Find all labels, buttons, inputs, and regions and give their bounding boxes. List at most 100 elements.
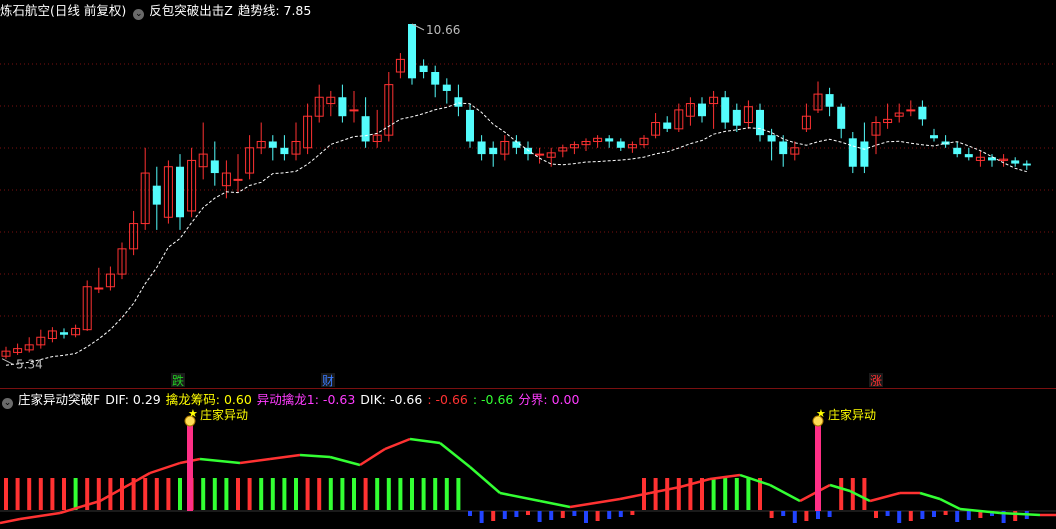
candle-body	[779, 141, 788, 155]
volume-bar	[560, 511, 565, 518]
candle	[36, 329, 46, 349]
candle	[698, 97, 706, 123]
candle	[1022, 160, 1031, 170]
candle	[535, 147, 545, 164]
candle-body	[930, 135, 938, 139]
volume-bar	[734, 478, 739, 510]
volume-bar	[711, 478, 716, 510]
volume-bar	[572, 511, 577, 516]
volume-bar	[270, 478, 275, 510]
volume-bar	[178, 478, 182, 510]
candle	[442, 78, 451, 104]
candle	[674, 103, 684, 132]
candle	[338, 84, 347, 123]
volume-bar	[676, 478, 681, 510]
volume-bar	[874, 511, 878, 518]
candle	[871, 116, 881, 155]
candle-body	[152, 185, 161, 205]
candle	[384, 72, 394, 142]
candle-body	[721, 97, 730, 123]
event-marker: 财	[321, 373, 335, 388]
candle	[419, 59, 428, 79]
candle-body	[349, 109, 359, 112]
candle	[616, 138, 625, 151]
candle	[60, 328, 68, 339]
candle	[129, 210, 139, 256]
candle	[593, 135, 603, 148]
volume-bar	[526, 511, 530, 515]
signal-label: 庄家异动	[200, 407, 248, 422]
volume-bar	[514, 511, 519, 517]
candle	[1011, 157, 1020, 167]
candle	[988, 154, 996, 167]
high-price-label: 10.66	[426, 23, 460, 37]
volume-bar	[746, 478, 751, 510]
volume-bar	[456, 478, 461, 510]
candle-body	[489, 147, 498, 155]
candle	[685, 97, 695, 126]
candle-body	[454, 97, 463, 107]
candle-body	[918, 106, 927, 120]
candle-body	[767, 135, 776, 142]
candle-body	[60, 332, 68, 335]
indicator-curve	[149, 461, 181, 475]
indicator-chart[interactable]: ★ 庄家异动 ★ 庄家异动	[0, 389, 1056, 529]
volume-bar	[827, 511, 832, 517]
candle-body	[1011, 160, 1020, 164]
volume-bar	[143, 478, 148, 510]
candle	[883, 103, 893, 129]
volume-bar	[769, 511, 774, 518]
volume-bar	[398, 478, 403, 510]
candle	[732, 103, 741, 132]
indicator-curve	[409, 437, 441, 445]
candle	[198, 122, 208, 180]
marker-label: 涨	[870, 373, 882, 388]
volume-bar	[816, 511, 820, 519]
volume-bar	[421, 478, 426, 510]
indicator-curve	[499, 491, 541, 503]
candle	[82, 280, 92, 331]
candle	[117, 242, 127, 280]
candle	[245, 135, 255, 180]
volume-bar	[781, 511, 786, 516]
candle-body	[524, 147, 532, 155]
indicator-curve	[329, 455, 361, 467]
marker-label: 财	[322, 374, 334, 388]
volume-bar	[96, 478, 101, 510]
volume-bar	[4, 478, 8, 510]
candle	[651, 113, 661, 139]
candle	[627, 141, 637, 153]
candle	[361, 97, 370, 148]
candle-body	[663, 122, 672, 129]
signal-spike	[187, 425, 193, 511]
volume-bar	[363, 478, 368, 510]
volume-bar	[328, 478, 333, 510]
star-icon: ★	[816, 407, 826, 420]
candle-body	[431, 72, 440, 85]
indicator-curve	[919, 491, 941, 501]
candle-body	[94, 287, 104, 290]
candle-body	[268, 141, 277, 148]
volume-bar	[665, 478, 670, 510]
low-pointer	[1, 358, 15, 366]
volume-bar	[607, 511, 612, 519]
candle-body	[732, 109, 741, 126]
volume-bar	[549, 511, 554, 520]
candle	[268, 135, 277, 161]
candle	[999, 154, 1009, 167]
volume-bar	[839, 478, 844, 510]
candle	[813, 81, 823, 114]
candle	[605, 135, 614, 148]
volume-bar	[15, 478, 20, 510]
indicator-panel[interactable]: ⌄ 庄家异动突破F DIF: 0.29 擒龙筹码: 0.60 异动擒龙1: -0.63 D…	[0, 388, 1056, 529]
volume-bar	[166, 478, 171, 510]
candlestick-chart[interactable]: 10.66 5.34 跌 财 涨	[0, 0, 1056, 388]
main-price-panel[interactable]: 炼石航空(日线 前复权) ⌄ 反包突破出击Z 趋势线: 7.85 10.66 5.34 跌…	[0, 0, 1056, 388]
candle	[1, 346, 11, 359]
candle	[152, 166, 161, 230]
volume-bar	[352, 478, 356, 510]
signal-label: 庄家异动	[828, 407, 876, 422]
volume-bar	[792, 511, 797, 523]
candle-body	[408, 24, 416, 79]
candle-body	[837, 106, 846, 129]
